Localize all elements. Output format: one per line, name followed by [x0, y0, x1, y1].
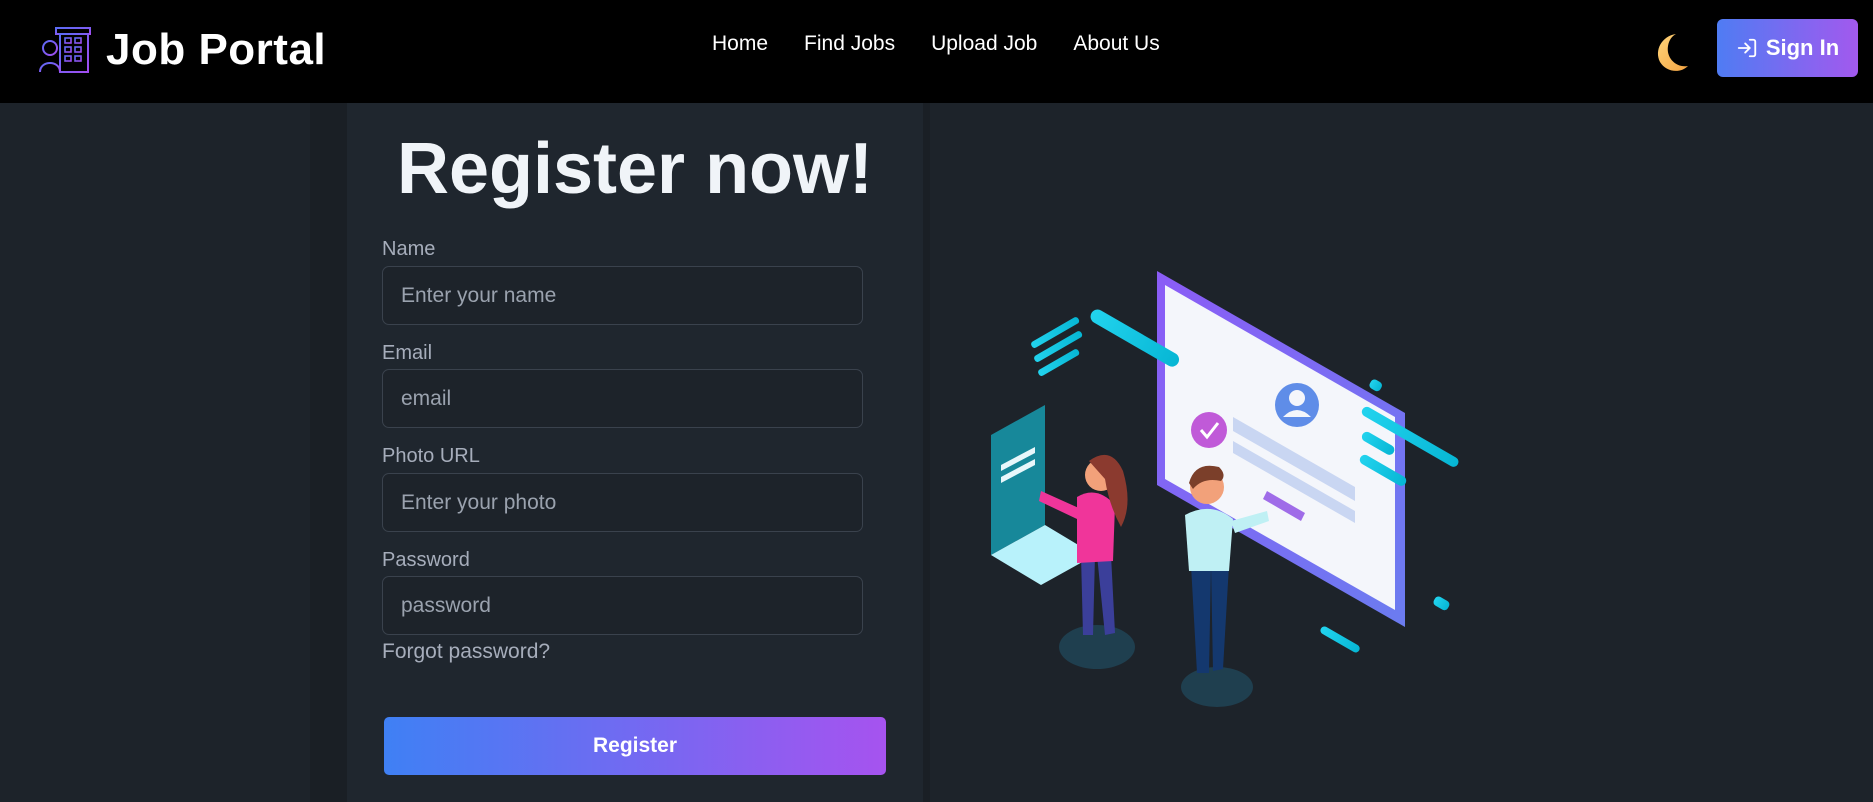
brand-name: Job Portal	[106, 25, 327, 74]
password-label: Password	[382, 549, 470, 571]
office-building-person-icon	[38, 27, 92, 73]
photo-url-label: Photo URL	[382, 445, 480, 467]
sign-in-label: Sign In	[1765, 35, 1840, 60]
password-field[interactable]	[382, 576, 863, 635]
crescent-moon-icon[interactable]	[1642, 28, 1692, 78]
email-field[interactable]	[382, 369, 863, 428]
nav-menu: Home Find Jobs Upload Job About Us	[712, 32, 1160, 56]
sign-in-arrow-icon	[1737, 38, 1756, 58]
name-field[interactable]	[382, 266, 863, 325]
page-title: Register now!	[396, 129, 874, 209]
brand-link[interactable]: Job Portal	[38, 22, 326, 78]
nav-link-find-jobs[interactable]: Find Jobs	[804, 32, 895, 56]
photo-url-field[interactable]	[382, 473, 863, 532]
nav-link-about-us[interactable]: About Us	[1073, 32, 1159, 56]
register-button[interactable]: Register	[384, 717, 886, 775]
navbar: Job Portal Home Find Jobs Upload Job Abo…	[0, 0, 1873, 103]
registration-illustration	[991, 271, 1459, 707]
sign-in-button[interactable]: Sign In	[1717, 19, 1858, 77]
nav-link-home[interactable]: Home	[712, 32, 768, 56]
forgot-password-link[interactable]: Forgot password?	[382, 640, 550, 664]
email-label: Email	[382, 342, 433, 364]
nav-link-upload-job[interactable]: Upload Job	[931, 32, 1037, 56]
name-label: Name	[382, 238, 436, 260]
